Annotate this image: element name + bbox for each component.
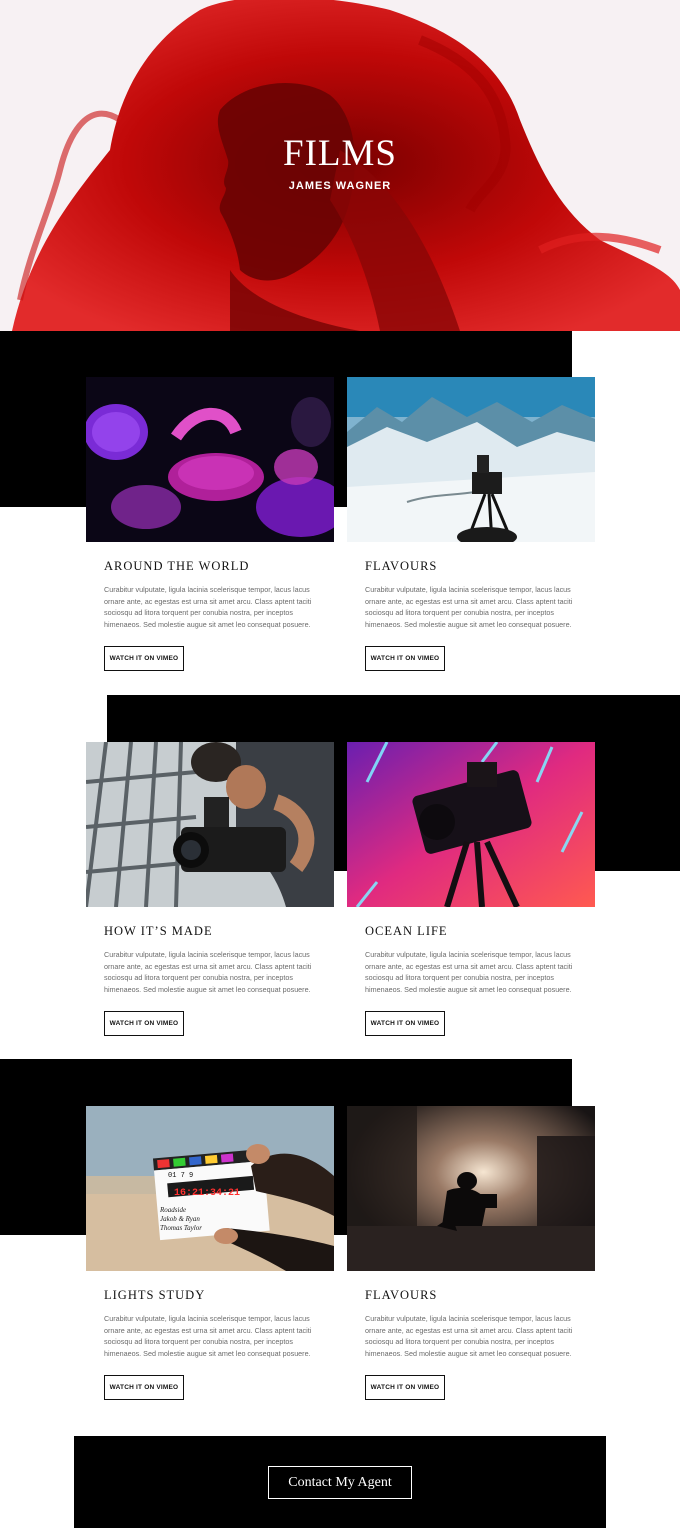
film-description: Curabitur vulputate, ligula lacinia scel… (104, 1314, 312, 1358)
watch-on-vimeo-button[interactable]: WATCH IT ON VIMEO (365, 646, 445, 671)
film-description: Curabitur vulputate, ligula lacinia scel… (365, 950, 573, 994)
film-card: OCEAN LIFE Curabitur vulputate, ligula l… (347, 742, 595, 1036)
film-card: AROUND THE WORLD Curabitur vulputate, li… (86, 377, 334, 671)
clapper-timecode: 16:21:34:21 (174, 1188, 241, 1199)
film-title: FLAVOURS (365, 1288, 438, 1302)
film-thumbnail-jellyfish[interactable] (86, 377, 334, 542)
watch-on-vimeo-button[interactable]: WATCH IT ON VIMEO (365, 1011, 445, 1036)
film-title: FLAVOURS (365, 559, 438, 573)
film-thumbnail-night-shoot[interactable] (347, 1106, 595, 1271)
clapper-notes: Roadside Jakob & Ryan Thomas Taylor (160, 1206, 260, 1233)
film-description: Curabitur vulputate, ligula lacinia scel… (365, 1314, 573, 1358)
clapper-line: Roadside (160, 1206, 187, 1214)
film-card: 01 7 9 16:21:34:21 Roadside Jakob & Ryan… (86, 1106, 334, 1400)
watch-on-vimeo-button[interactable]: WATCH IT ON VIMEO (365, 1375, 445, 1400)
film-thumbnail-cameraman[interactable] (86, 742, 334, 907)
film-title: HOW IT’S MADE (104, 924, 213, 938)
clapper-line: Jakob & Ryan (160, 1215, 200, 1223)
clapper-line: Thomas Taylor (160, 1224, 202, 1232)
watch-on-vimeo-button[interactable]: WATCH IT ON VIMEO (104, 646, 184, 671)
film-description: Curabitur vulputate, ligula lacinia scel… (365, 585, 573, 629)
film-description: Curabitur vulputate, ligula lacinia scel… (104, 585, 312, 629)
contact-agent-button[interactable]: Contact My Agent (268, 1466, 412, 1499)
watch-on-vimeo-button[interactable]: WATCH IT ON VIMEO (104, 1011, 184, 1036)
film-thumbnail-clapperboard[interactable]: 01 7 9 16:21:34:21 Roadside Jakob & Ryan… (86, 1106, 334, 1271)
film-title: OCEAN LIFE (365, 924, 448, 938)
film-card: HOW IT’S MADE Curabitur vulputate, ligul… (86, 742, 334, 1036)
film-title: LIGHTS STUDY (104, 1288, 206, 1302)
page-title: FILMS (283, 133, 397, 174)
film-thumbnail-mountain[interactable] (347, 377, 595, 542)
page-subtitle: JAMES WAGNER (288, 180, 392, 192)
film-description: Curabitur vulputate, ligula lacinia scel… (104, 950, 312, 994)
hero-banner: FILMS JAMES WAGNER (0, 0, 680, 331)
film-card: FLAVOURS Curabitur vulputate, ligula lac… (347, 377, 595, 671)
clapper-numbers: 01 7 9 (168, 1172, 194, 1180)
film-card: FLAVOURS Curabitur vulputate, ligula lac… (347, 1106, 595, 1400)
watch-on-vimeo-button[interactable]: WATCH IT ON VIMEO (104, 1375, 184, 1400)
film-thumbnail-neon-camera[interactable] (347, 742, 595, 907)
film-title: AROUND THE WORLD (104, 559, 250, 573)
contact-section: Contact My Agent (74, 1436, 606, 1528)
